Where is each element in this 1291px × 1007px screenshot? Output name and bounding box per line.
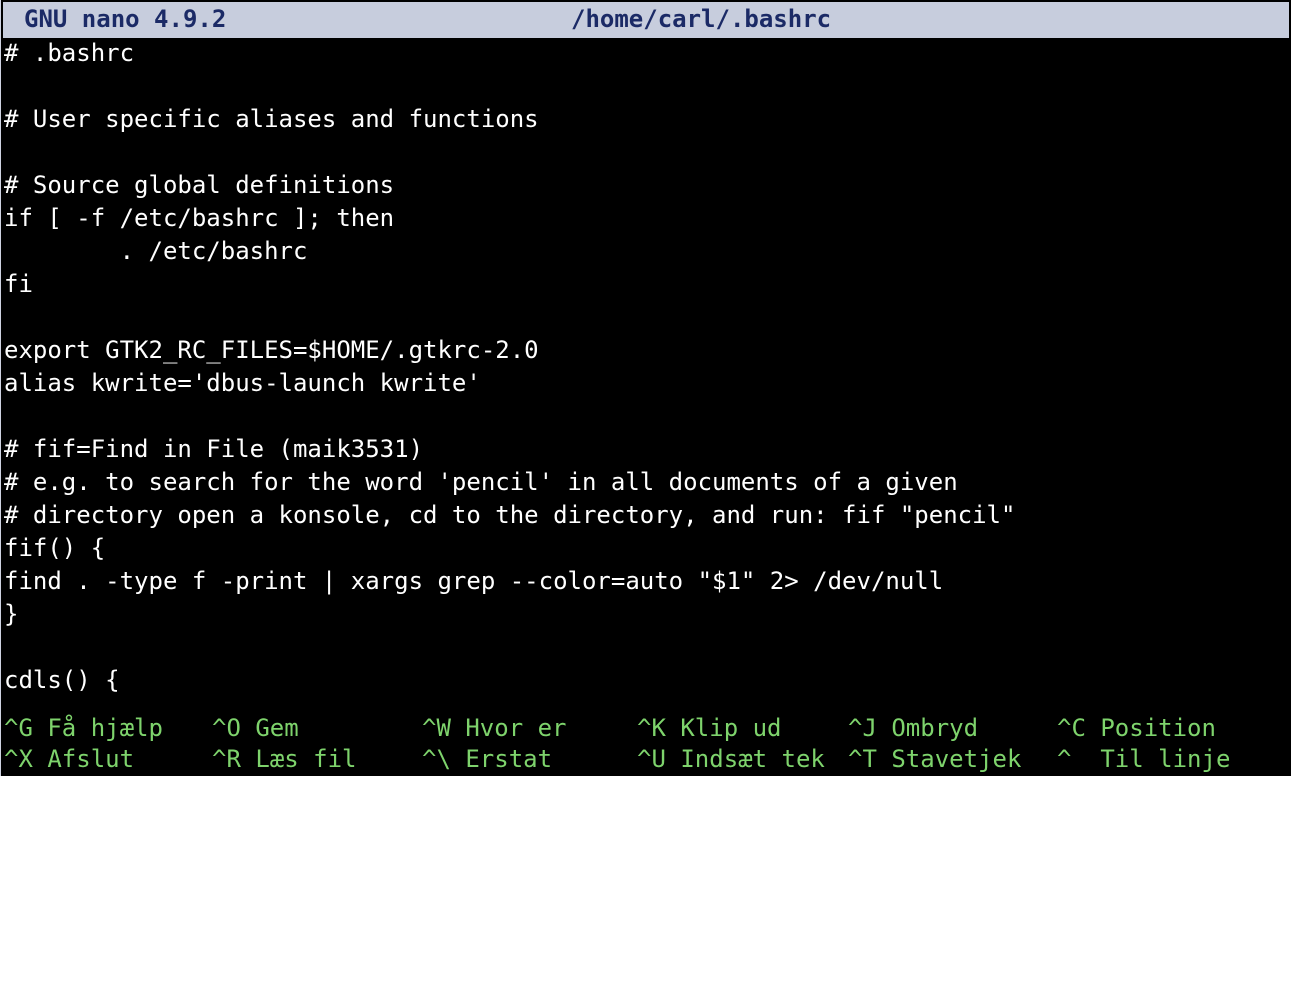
app-version-label: GNU nano 4.9.2 — [24, 5, 227, 33]
editor-line[interactable]: export GTK2_RC_FILES=$HOME/.gtkrc-2.0 — [4, 334, 1291, 367]
shortcut-spell-check[interactable]: ^T Stavetjek — [848, 743, 1021, 776]
editor-line[interactable]: fi — [4, 268, 1291, 301]
editor-line[interactable] — [4, 136, 1291, 169]
editor-line[interactable]: # e.g. to search for the word 'pencil' i… — [4, 466, 1291, 499]
shortcut-where-is[interactable]: ^W Hvor er — [422, 712, 567, 745]
shortcut-exit[interactable]: ^X Afslut — [4, 743, 134, 776]
editor-line[interactable]: # fif=Find in File (maik3531) — [4, 433, 1291, 466]
shortcut-help[interactable]: ^G Få hjælp — [4, 712, 163, 745]
editor-line[interactable] — [4, 301, 1291, 334]
editor-line[interactable]: fif() { — [4, 532, 1291, 565]
nano-title-bar: GNU nano 4.9.2 /home/carl/.bashrc — [3, 2, 1289, 38]
editor-line[interactable] — [4, 400, 1291, 433]
shortcut-row: ^X Afslut ^R Læs fil ^\ Erstat ^U Indsæt… — [4, 743, 1291, 774]
shortcut-cut[interactable]: ^K Klip ud — [637, 712, 782, 745]
shortcut-position[interactable]: ^C Position — [1057, 712, 1216, 745]
editor-line[interactable]: # User specific aliases and functions — [4, 103, 1291, 136]
editor-line[interactable]: # .bashrc — [4, 37, 1291, 70]
shortcut-justify[interactable]: ^J Ombryd — [848, 712, 978, 745]
shortcut-go-to-line[interactable]: ^ Til linje — [1057, 743, 1230, 776]
file-path-label: /home/carl/.bashrc — [571, 5, 832, 33]
editor-line[interactable]: cdls() { — [4, 664, 1291, 697]
shortcut-save[interactable]: ^O Gem — [212, 712, 299, 745]
editor-line[interactable]: alias kwrite='dbus-launch kwrite' — [4, 367, 1291, 400]
editor-line[interactable]: } — [4, 598, 1291, 631]
editor-line[interactable]: # directory open a konsole, cd to the di… — [4, 499, 1291, 532]
shortcut-row: ^G Få hjælp ^O Gem ^W Hvor er ^K Klip ud… — [4, 712, 1291, 743]
editor-line[interactable] — [4, 631, 1291, 664]
editor-text-area[interactable]: # .bashrc # User specific aliases and fu… — [4, 37, 1291, 697]
editor-line[interactable]: find . -type f -print | xargs grep --col… — [4, 565, 1291, 598]
editor-line[interactable]: # Source global definitions — [4, 169, 1291, 202]
shortcut-replace[interactable]: ^\ Erstat — [422, 743, 552, 776]
shortcut-help-bar: ^G Få hjælp ^O Gem ^W Hvor er ^K Klip ud… — [4, 712, 1291, 774]
nano-terminal-window: GNU nano 4.9.2 /home/carl/.bashrc # .bas… — [0, 0, 1291, 776]
shortcut-read-file[interactable]: ^R Læs fil — [212, 743, 357, 776]
editor-line[interactable]: if [ -f /etc/bashrc ]; then — [4, 202, 1291, 235]
shortcut-paste[interactable]: ^U Indsæt tek — [637, 743, 825, 776]
editor-line[interactable]: . /etc/bashrc — [4, 235, 1291, 268]
editor-line[interactable] — [4, 70, 1291, 103]
